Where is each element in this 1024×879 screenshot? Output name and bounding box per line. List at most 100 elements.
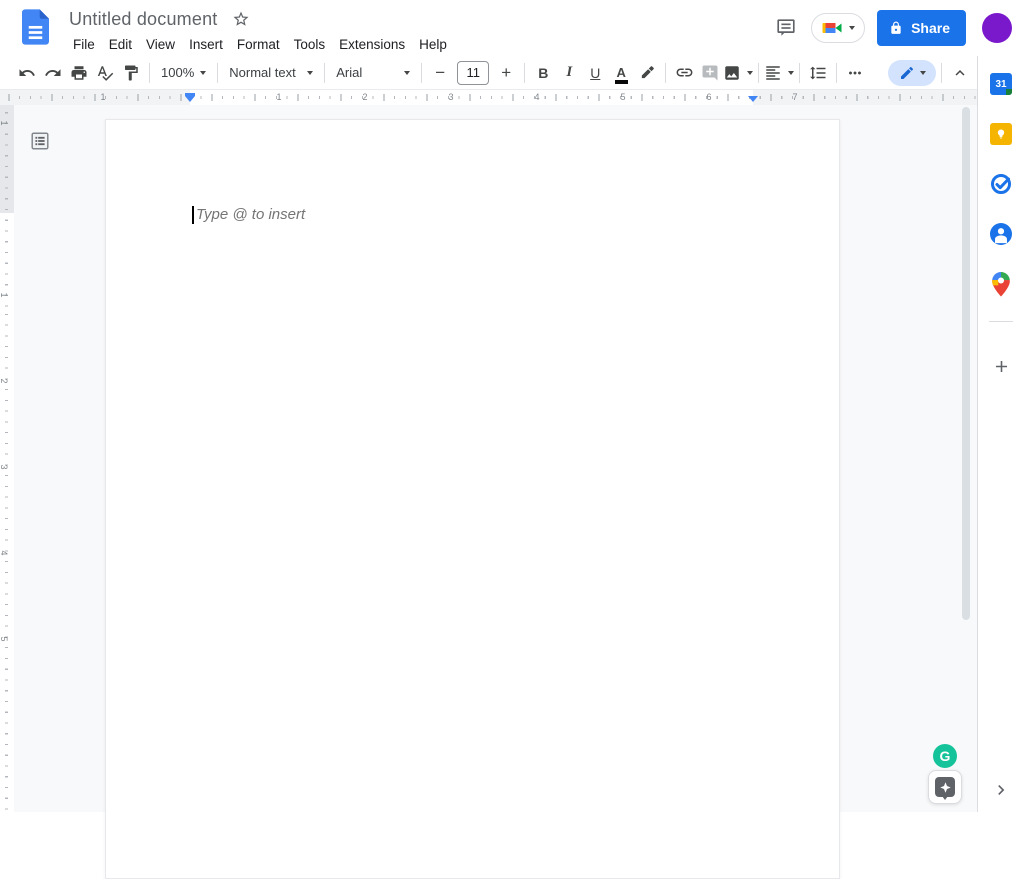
insert-image-caret-icon bbox=[747, 70, 754, 75]
google-calendar-icon: 31 bbox=[990, 73, 1012, 95]
underline-button[interactable]: U bbox=[582, 60, 608, 86]
ruler-half-ticks bbox=[0, 94, 977, 101]
ruler-number: 3 bbox=[448, 92, 454, 102]
google-keep-button[interactable] bbox=[983, 116, 1019, 152]
side-panel-divider bbox=[989, 321, 1013, 322]
italic-button[interactable]: I bbox=[556, 60, 582, 86]
font-family-caret-icon bbox=[404, 70, 411, 75]
toolbar-divider bbox=[149, 62, 150, 83]
join-meet-button[interactable] bbox=[811, 13, 866, 43]
text-color-button[interactable]: A bbox=[608, 60, 634, 86]
font-size-input[interactable]: 11 bbox=[457, 60, 490, 85]
insert-link-button[interactable] bbox=[671, 60, 697, 86]
horizontal-ruler[interactable]: 1 1 2 3 4 5 6 7 bbox=[0, 90, 977, 105]
google-docs-logo-icon[interactable] bbox=[22, 9, 49, 45]
add-comment-button[interactable] bbox=[697, 60, 723, 86]
empty-doc-placeholder[interactable]: Type @ to insert bbox=[196, 206, 305, 223]
toolbar-divider bbox=[217, 62, 219, 83]
paragraph-style-value: Normal text bbox=[229, 65, 296, 80]
menu-item[interactable]: Insert bbox=[182, 35, 230, 54]
google-meet-icon bbox=[822, 23, 842, 33]
paragraph-style-select[interactable]: Normal text bbox=[223, 60, 319, 86]
ruler-number: 1 bbox=[276, 92, 282, 102]
line-spacing-button[interactable] bbox=[805, 60, 831, 86]
show-document-outline-button[interactable] bbox=[26, 127, 54, 155]
ruler-number: 4 bbox=[0, 550, 10, 556]
menu-item[interactable]: Edit bbox=[102, 35, 139, 54]
toolbar-divider bbox=[799, 62, 801, 83]
paragraph-style-caret-icon bbox=[307, 70, 314, 75]
font-family-select[interactable]: Arial bbox=[330, 60, 416, 86]
menu-item[interactable]: Extensions bbox=[332, 35, 412, 54]
document-title[interactable]: Untitled document bbox=[64, 8, 222, 31]
toolbar-divider bbox=[421, 62, 423, 83]
google-maps-icon bbox=[992, 271, 1010, 297]
ruler-number: 5 bbox=[0, 636, 10, 642]
star-icon[interactable] bbox=[230, 8, 252, 30]
vertical-scrollbar[interactable] bbox=[962, 107, 970, 620]
redo-button[interactable] bbox=[40, 60, 66, 86]
ruler-number: 2 bbox=[362, 92, 368, 102]
decrease-font-size-button[interactable]: − bbox=[429, 61, 451, 85]
app-bar: Untitled document File Edit View Insert Form… bbox=[0, 0, 1024, 56]
toolbar-divider bbox=[758, 62, 760, 83]
hide-side-panel-button[interactable] bbox=[983, 772, 1019, 808]
google-calendar-button[interactable]: 31 bbox=[983, 66, 1019, 102]
ruler-number: 1 bbox=[0, 292, 10, 298]
toolbar: 100% Normal text Arial − 11 + B I U A bbox=[0, 56, 977, 90]
right-indent-marker[interactable] bbox=[748, 96, 758, 102]
chevron-right-icon bbox=[998, 785, 1005, 795]
document-page[interactable]: Type @ to insert bbox=[105, 119, 840, 879]
increase-font-size-button[interactable]: + bbox=[495, 61, 517, 85]
share-button-label: Share bbox=[911, 20, 950, 36]
plus-icon bbox=[995, 360, 1007, 372]
menu-bar: File Edit View Insert Format Tools Extensions H… bbox=[66, 32, 454, 56]
account-avatar[interactable] bbox=[982, 13, 1012, 43]
text-color-swatch bbox=[614, 80, 628, 84]
google-contacts-button[interactable] bbox=[983, 216, 1019, 252]
align-caret-icon bbox=[788, 70, 795, 75]
undo-button[interactable] bbox=[14, 60, 40, 86]
hide-menus-button[interactable] bbox=[947, 60, 973, 86]
left-indent-marker[interactable] bbox=[185, 93, 195, 102]
menu-item[interactable]: View bbox=[139, 35, 182, 54]
more-toolbar-options-button[interactable] bbox=[842, 60, 868, 86]
spelling-check-button[interactable] bbox=[92, 60, 118, 86]
ruler-number: 3 bbox=[0, 464, 10, 470]
ruler-minor-ticks bbox=[5, 105, 8, 812]
explore-star-icon bbox=[935, 777, 955, 800]
menu-item[interactable]: Tools bbox=[287, 35, 333, 54]
ruler-number: 2 bbox=[0, 378, 10, 384]
editing-mode-select[interactable] bbox=[888, 59, 936, 86]
google-contacts-icon bbox=[990, 223, 1012, 245]
highlight-color-button[interactable] bbox=[634, 60, 660, 86]
ruler-number: 4 bbox=[534, 92, 540, 102]
align-button[interactable] bbox=[764, 60, 795, 86]
share-button[interactable]: Share bbox=[877, 10, 966, 46]
side-panel: 31 bbox=[977, 56, 1024, 812]
meet-dropdown-caret-icon bbox=[849, 26, 856, 30]
ruler-number: 1 bbox=[100, 92, 106, 102]
zoom-caret-icon bbox=[200, 70, 207, 75]
open-comments-button[interactable] bbox=[767, 9, 805, 47]
text-color-letter: A bbox=[616, 64, 626, 80]
vertical-ruler[interactable]: 1 1 2 3 4 5 bbox=[0, 105, 14, 812]
menu-item[interactable]: Format bbox=[230, 35, 287, 54]
print-button[interactable] bbox=[66, 60, 92, 86]
google-tasks-button[interactable] bbox=[983, 166, 1019, 202]
menu-item[interactable]: File bbox=[66, 35, 102, 54]
explore-button[interactable] bbox=[928, 770, 962, 804]
google-maps-button[interactable] bbox=[983, 266, 1019, 302]
calendar-day-label: 31 bbox=[995, 78, 1007, 90]
get-add-ons-button[interactable] bbox=[983, 348, 1019, 384]
ruler-number: 6 bbox=[706, 92, 712, 102]
paint-format-button[interactable] bbox=[118, 60, 144, 86]
toolbar-divider bbox=[941, 62, 942, 83]
insert-image-button[interactable] bbox=[723, 60, 754, 86]
google-tasks-icon bbox=[991, 174, 1011, 194]
zoom-select[interactable]: 100% bbox=[155, 60, 212, 86]
toolbar-divider bbox=[524, 62, 526, 83]
bold-button[interactable]: B bbox=[530, 60, 556, 86]
menu-item[interactable]: Help bbox=[412, 35, 454, 54]
grammarly-icon[interactable]: G bbox=[933, 744, 957, 768]
